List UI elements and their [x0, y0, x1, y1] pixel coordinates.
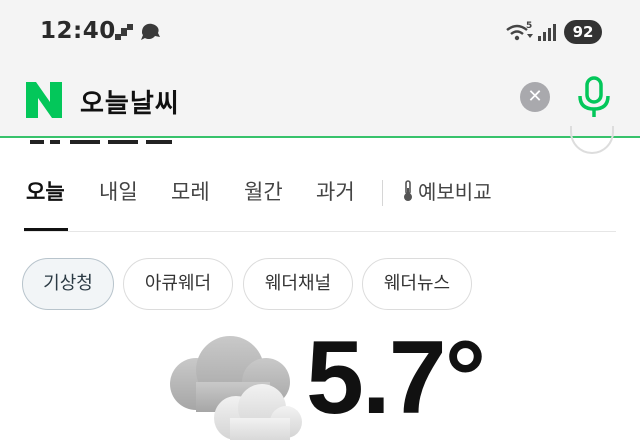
current-temperature: 5.7° [306, 320, 486, 436]
battery-indicator: 92 [564, 20, 602, 44]
search-input[interactable]: 오늘날씨 [80, 83, 180, 120]
mic-icon [578, 76, 610, 117]
status-bar: 12:40 5 92 [0, 0, 640, 64]
thermometer-icon [404, 180, 412, 201]
day-tabs: 오늘 내일 모레 월간 과거 예보비교 [0, 160, 640, 232]
source-chip-accuweather[interactable]: 아큐웨더 [123, 258, 233, 310]
status-time: 12:40 [40, 18, 116, 44]
tab-divider [382, 180, 383, 206]
naver-logo[interactable] [24, 80, 64, 120]
source-chip-weatherchannel[interactable]: 웨더채널 [243, 258, 353, 310]
tab-monthly[interactable]: 월간 [244, 176, 283, 206]
scrolled-button-edge [570, 126, 614, 154]
tab-tomorrow[interactable]: 내일 [99, 176, 138, 206]
source-chip-weathernews[interactable]: 웨더뉴스 [362, 258, 472, 310]
tabs-divider-line [24, 231, 616, 232]
clear-search-button[interactable]: ✕ [520, 82, 550, 112]
signal-icon [538, 24, 556, 41]
source-chip-kma[interactable]: 기상청 [22, 258, 114, 310]
tab-past[interactable]: 과거 [316, 176, 355, 206]
notification-icon [115, 24, 133, 40]
cloudy-icon [170, 336, 302, 440]
wifi-badge: 5 [526, 21, 532, 31]
mic-button[interactable] [576, 76, 612, 120]
scrolled-content-edge [30, 140, 172, 144]
wifi-icon: 5 [506, 21, 533, 41]
forecast-compare-button[interactable]: 예보비교 [402, 176, 492, 205]
app-notification-icon [141, 23, 160, 40]
tab-day-after[interactable]: 모레 [171, 176, 210, 206]
tab-today[interactable]: 오늘 [26, 176, 65, 206]
forecast-compare-label: 예보비교 [418, 180, 492, 204]
close-icon: ✕ [527, 86, 543, 107]
